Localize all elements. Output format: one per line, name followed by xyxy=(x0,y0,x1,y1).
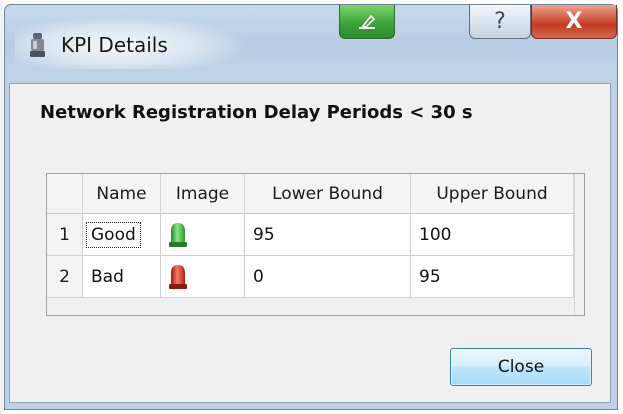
background-edge xyxy=(0,0,3,414)
kpi-details-window: KPI Details ? X Network Registration Del… xyxy=(4,4,618,410)
dialog-body: Network Registration Delay Periods < 30 … xyxy=(9,83,611,403)
table-cell-lower-bound[interactable]: 0 xyxy=(245,256,411,298)
close-icon: X xyxy=(565,9,583,34)
window-close-button[interactable]: X xyxy=(531,5,617,39)
table-cell-lower-bound[interactable]: 95 xyxy=(245,214,411,256)
red-light-icon xyxy=(169,264,187,289)
corner-header xyxy=(47,174,83,214)
cell-text: 95 xyxy=(253,224,275,245)
column-header-name[interactable]: Name xyxy=(83,174,161,214)
bounds-table: Name Image Lower Bound Upper Bound 1 Goo… xyxy=(46,173,585,316)
green-light-icon xyxy=(169,222,187,247)
column-header-lower-bound[interactable]: Lower Bound xyxy=(245,174,411,214)
pencil-edit-icon xyxy=(359,14,376,29)
row-header[interactable]: 2 xyxy=(47,256,83,298)
title-bar[interactable]: KPI Details ? X xyxy=(5,5,617,83)
table-cell-upper-bound[interactable]: 100 xyxy=(411,214,574,256)
cell-text: Good xyxy=(86,221,141,248)
app-icon xyxy=(30,33,45,57)
cell-text: 0 xyxy=(253,266,264,287)
window-title: KPI Details xyxy=(61,33,168,57)
column-header-upper-bound[interactable]: Upper Bound xyxy=(411,174,574,214)
cell-text: 100 xyxy=(419,224,452,245)
help-icon: ? xyxy=(494,9,506,34)
table-cell-upper-bound[interactable]: 95 xyxy=(411,256,574,298)
column-header-image[interactable]: Image xyxy=(161,174,245,214)
kpi-heading: Network Registration Delay Periods < 30 … xyxy=(40,102,473,123)
help-button[interactable]: ? xyxy=(469,5,531,39)
close-button[interactable]: Close xyxy=(450,348,592,386)
vertical-scrollbar[interactable] xyxy=(574,174,584,315)
table-cell-name[interactable]: Bad xyxy=(83,256,161,298)
cell-text: 95 xyxy=(419,266,441,287)
row-header[interactable]: 1 xyxy=(47,214,83,256)
table-cell-name[interactable]: Good xyxy=(83,214,161,256)
table-cell-image[interactable] xyxy=(161,214,245,256)
table-cell-image[interactable] xyxy=(161,256,245,298)
cell-text: Bad xyxy=(91,266,124,287)
edit-button[interactable] xyxy=(339,5,395,39)
table-viewport: Name Image Lower Bound Upper Bound 1 Goo… xyxy=(47,174,574,315)
